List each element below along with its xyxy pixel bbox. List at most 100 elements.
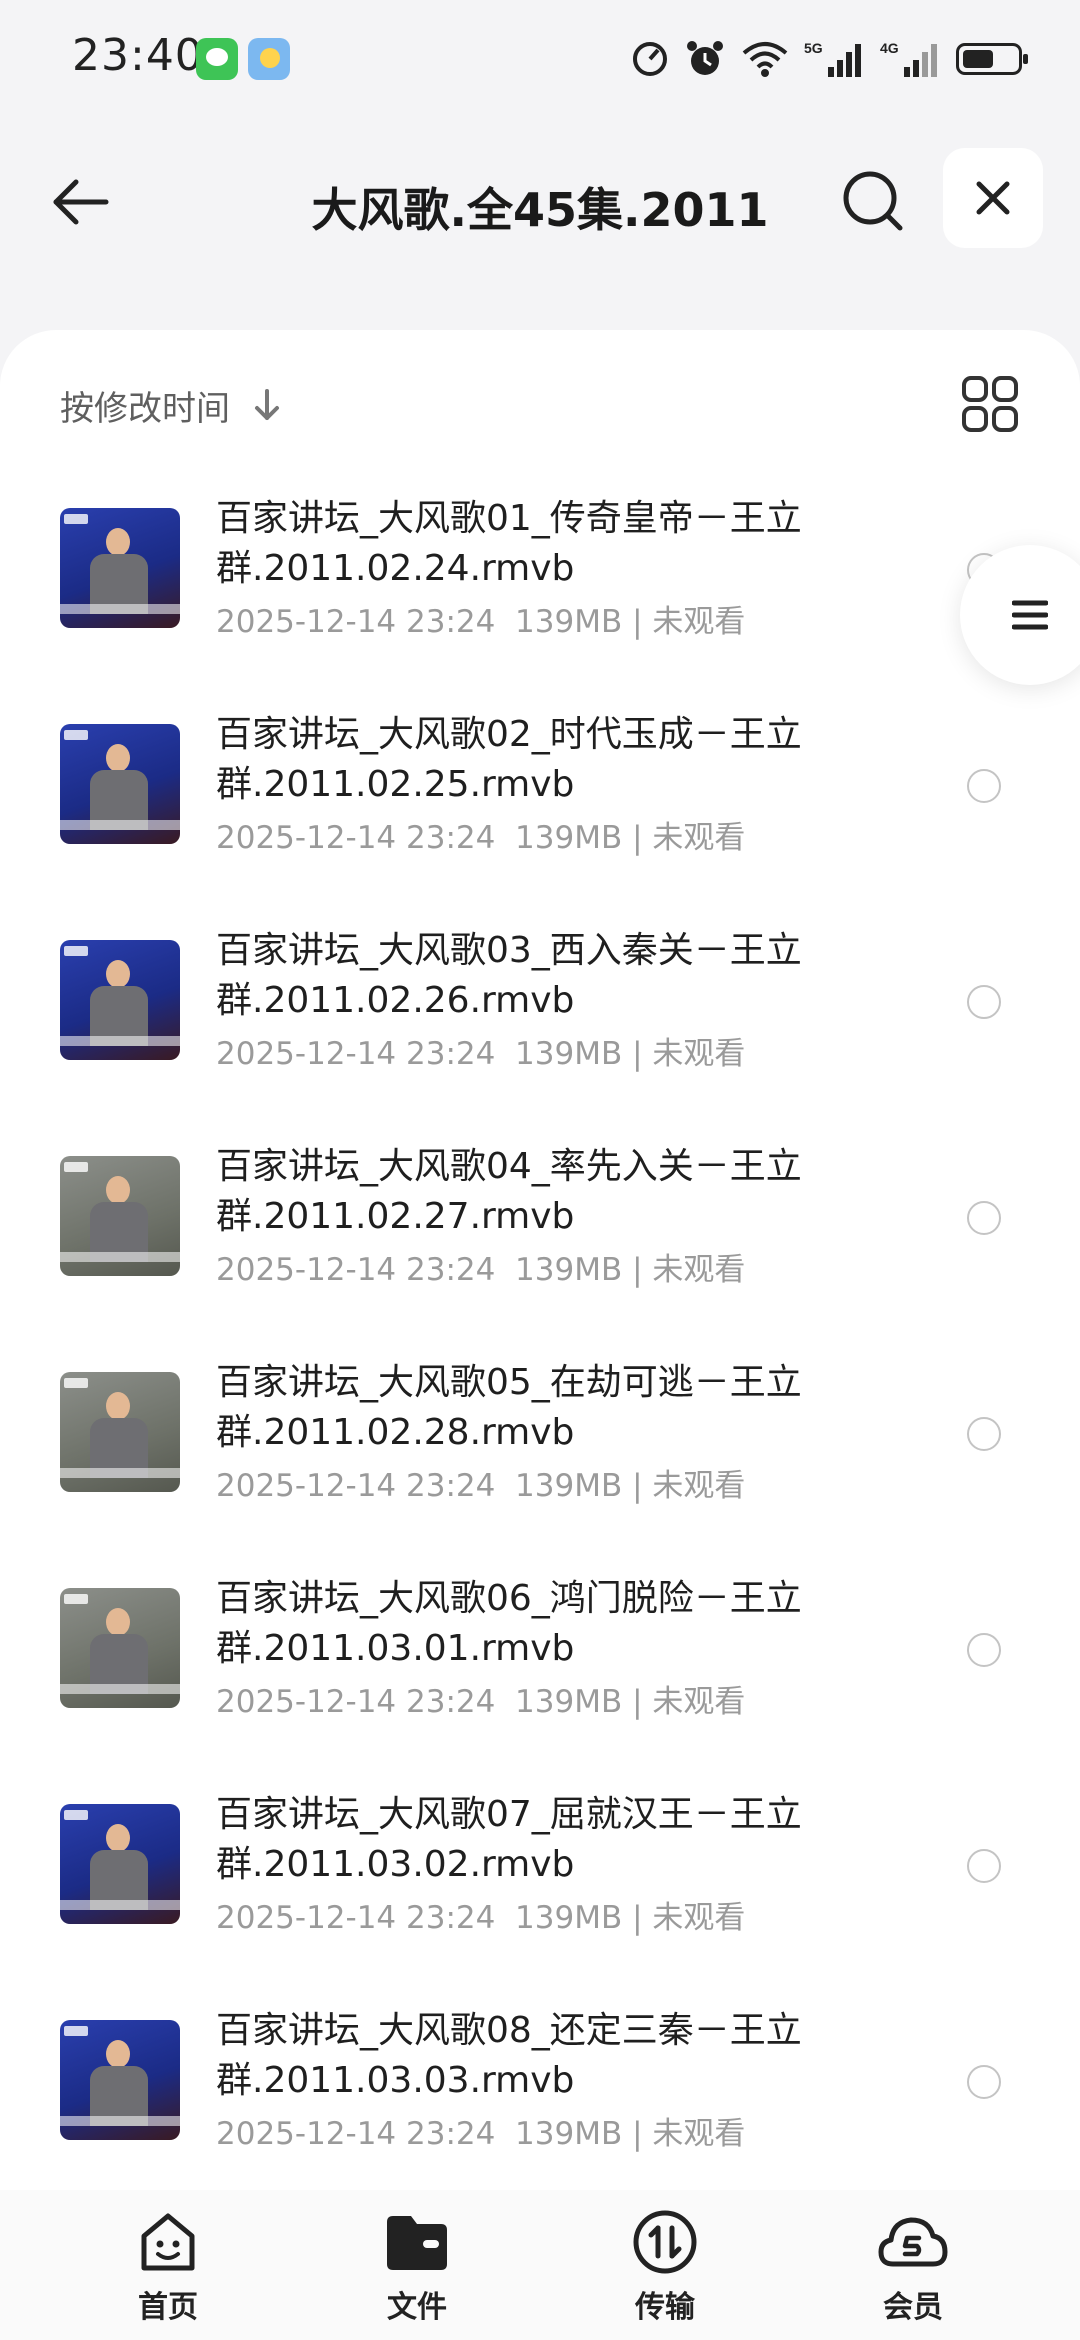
video-thumbnail [60,2020,180,2140]
file-name: 百家讲坛_大风歌04_率先入关－王立群.2011.02.27.rmvb [216,1146,802,1237]
file-meta: 2025-12-14 23:24 139MB | 未观看 [216,1900,746,1936]
weather-icon [248,38,290,80]
thumbnail-logo [64,1810,88,1820]
thumbnail-person-head [106,1392,130,1420]
file-row[interactable]: 百家讲坛_大风歌05_在劫可逃－王立群.2011.02.28.rmvb 2025-… [0,1344,1080,1560]
grid-view-button[interactable] [960,374,1020,434]
select-radio[interactable] [967,1417,1001,1451]
thumbnail-person-head [106,1824,130,1852]
file-name: 百家讲坛_大风歌05_在劫可逃－王立群.2011.02.28.rmvb [216,1362,802,1453]
page-title: 大风歌.全45集.2011 [311,183,769,237]
thumbnail-person-head [106,744,130,772]
file-row[interactable]: 百家讲坛_大风歌04_率先入关－王立群.2011.02.27.rmvb 2025-… [0,1128,1080,1344]
svg-text:5G: 5G [804,40,823,56]
thumbnail-person-head [106,1608,130,1636]
grid-view-icon [962,376,1018,432]
nav-label: 文件 [387,2290,447,2325]
nav-transfer[interactable]: 传输 [580,2206,750,2326]
status-icons: 5G 4G [630,34,1028,84]
video-thumbnail [60,724,180,844]
thumbnail-person-head [106,960,130,988]
file-row[interactable]: 百家讲坛_大风歌06_鸿门脱险－王立群.2011.03.01.rmvb 2025-… [0,1560,1080,1776]
file-meta: 2025-12-14 23:24 139MB | 未观看 [216,1036,746,1072]
close-button[interactable] [943,148,1043,248]
video-thumbnail [60,1372,180,1492]
thumbnail-caption [60,1900,180,1910]
file-meta: 2025-12-14 23:24 139MB | 未观看 [216,2116,746,2152]
thumbnail-caption [60,1684,180,1694]
thumbnail-caption [60,2116,180,2126]
nav-label: 首页 [138,2290,198,2325]
thumbnail-logo [64,1594,88,1604]
file-row[interactable]: 百家讲坛_大风歌08_还定三秦－王立群.2011.03.03.rmvb 2025-… [0,1992,1080,2208]
signal-4g-icon: 4G [880,40,937,77]
file-meta: 2025-12-14 23:24 139MB | 未观看 [216,1252,746,1288]
sort-label: 按修改时间 [60,388,230,429]
file-meta: 2025-12-14 23:24 139MB | 未观看 [216,1684,746,1720]
select-radio[interactable] [967,2065,1001,2099]
thumbnail-caption [60,604,180,614]
home-face-icon [141,2213,195,2271]
select-radio[interactable] [967,769,1001,803]
bottom-navigation: 首页 文件 传输 会员 [0,2190,1080,2340]
file-row[interactable]: 百家讲坛_大风歌01_传奇皇帝－王立群.2011.02.24.rmvb 2025-… [0,480,1080,696]
speed-icon [633,42,667,76]
thumbnail-caption [60,1036,180,1046]
file-list-card: 按修改时间 百家讲坛_大风歌01_传奇皇帝－王立群.2011.02.24.rmv… [0,330,1080,2200]
file-name: 百家讲坛_大风歌08_还定三秦－王立群.2011.03.03.rmvb [216,2010,802,2101]
battery-level [963,50,993,68]
battery-icon [956,43,1028,75]
thumbnail-caption [60,820,180,830]
video-thumbnail [60,508,180,628]
select-radio[interactable] [967,1201,1001,1235]
svg-text:4G: 4G [880,40,899,56]
app-notification-icon [196,38,238,80]
folder-icon [387,2216,447,2270]
file-name: 百家讲坛_大风歌07_屈就汉王－王立群.2011.03.02.rmvb [216,1794,802,1885]
file-name: 百家讲坛_大风歌03_西入秦关－王立群.2011.02.26.rmvb [216,930,802,1021]
arrow-down-icon [255,389,279,420]
thumbnail-logo [64,730,88,740]
video-thumbnail [60,1804,180,1924]
wifi-icon [742,42,788,77]
thumbnail-logo [64,1162,88,1172]
top-app-bar: 大风歌.全45集.2011 [0,140,1080,260]
transfer-icon [633,2210,697,2274]
select-radio[interactable] [967,1633,1001,1667]
video-thumbnail [60,1156,180,1276]
video-thumbnail [60,940,180,1060]
file-row[interactable]: 百家讲坛_大风歌07_屈就汉王－王立群.2011.03.02.rmvb 2025-… [0,1776,1080,1992]
select-radio[interactable] [967,1849,1001,1883]
file-list: 百家讲坛_大风歌01_传奇皇帝－王立群.2011.02.24.rmvb 2025-… [0,480,1080,2208]
alarm-icon [687,41,723,75]
thumbnail-caption [60,1468,180,1478]
thumbnail-logo [64,514,88,524]
select-radio[interactable] [967,985,1001,1019]
close-icon [976,181,1010,215]
nav-home[interactable]: 首页 [83,2206,253,2326]
file-name: 百家讲坛_大风歌06_鸿门脱险－王立群.2011.03.01.rmvb [216,1578,802,1669]
thumbnail-caption [60,1252,180,1262]
nav-files[interactable]: 文件 [332,2206,502,2326]
file-name: 百家讲坛_大风歌01_传奇皇帝－王立群.2011.02.24.rmvb [216,498,802,589]
member-cloud-icon [878,2217,948,2267]
file-meta: 2025-12-14 23:24 139MB | 未观看 [216,1468,746,1504]
sort-selector[interactable]: 按修改时间 [60,370,282,440]
search-button[interactable] [838,166,908,236]
video-thumbnail [60,1588,180,1708]
status-time: 23:40 [72,30,204,81]
file-row[interactable]: 百家讲坛_大风歌03_西入秦关－王立群.2011.02.26.rmvb 2025-… [0,912,1080,1128]
signal-5g-icon: 5G [804,40,861,77]
thumbnail-person-head [106,1176,130,1204]
thumbnail-person-head [106,528,130,556]
file-meta: 2025-12-14 23:24 139MB | 未观看 [216,820,746,856]
thumbnail-logo [64,1378,88,1388]
thumbnail-person-head [106,2040,130,2068]
menu-icon [1012,600,1048,630]
nav-member[interactable]: 会员 [828,2206,998,2326]
file-meta: 2025-12-14 23:24 139MB | 未观看 [216,604,746,640]
search-icon [843,171,903,231]
nav-label: 会员 [883,2290,943,2325]
file-row[interactable]: 百家讲坛_大风歌02_时代玉成－王立群.2011.02.25.rmvb 2025-… [0,696,1080,912]
file-name: 百家讲坛_大风歌02_时代玉成－王立群.2011.02.25.rmvb [216,714,802,805]
